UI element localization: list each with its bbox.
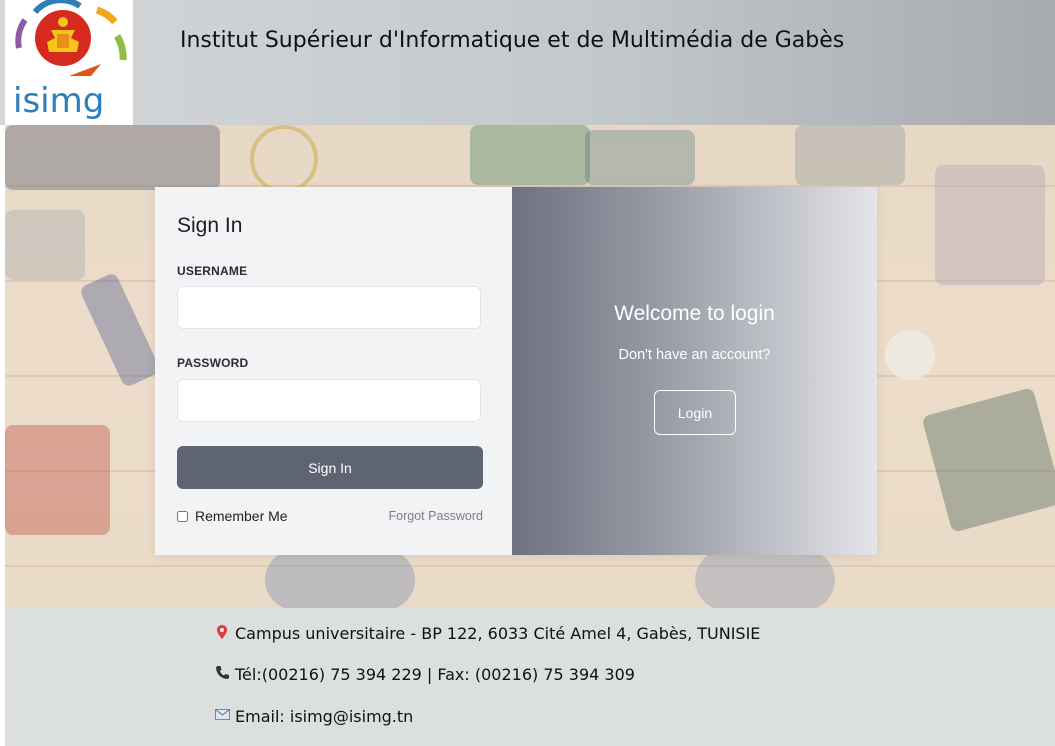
- location-pin-icon: [215, 624, 229, 643]
- signin-panel: Sign In USERNAME PASSWORD Sign In Rememb…: [155, 187, 512, 555]
- email-text: Email: isimg@isimg.tn: [235, 707, 414, 726]
- password-label: PASSWORD: [177, 356, 249, 370]
- footer-phone: Tél:(00216) 75 394 229 | Fax: (00216) 75…: [215, 665, 635, 684]
- page-header: isimg Institut Supérieur d'Informatique …: [0, 0, 1055, 125]
- username-input[interactable]: [177, 286, 481, 329]
- phone-icon: [215, 665, 229, 684]
- username-label: USERNAME: [177, 264, 248, 278]
- footer-email: Email: isimg@isimg.tn: [215, 707, 413, 726]
- login-card: Sign In USERNAME PASSWORD Sign In Rememb…: [155, 187, 877, 555]
- welcome-heading: Welcome to login: [614, 302, 775, 325]
- password-input[interactable]: [177, 379, 481, 422]
- email-icon: [215, 709, 230, 724]
- forgot-password-link[interactable]: Forgot Password: [389, 509, 483, 523]
- institute-title: Institut Supérieur d'Informatique et de …: [180, 28, 845, 53]
- remember-me-checkbox[interactable]: [177, 510, 188, 522]
- signin-button[interactable]: Sign In: [177, 446, 483, 489]
- remember-me[interactable]: Remember Me: [177, 508, 288, 524]
- address-text: Campus universitaire - BP 122, 6033 Cité…: [235, 624, 761, 643]
- phone-text: Tél:(00216) 75 394 229 | Fax: (00216) 75…: [235, 665, 635, 684]
- footer-address: Campus universitaire - BP 122, 6033 Cité…: [215, 624, 760, 643]
- welcome-subtitle: Don't have an account?: [618, 347, 771, 363]
- remember-me-label: Remember Me: [195, 508, 288, 524]
- login-button[interactable]: Login: [654, 390, 736, 435]
- svg-text:isimg: isimg: [13, 81, 104, 121]
- isimg-logo: isimg: [5, 0, 133, 125]
- page-footer: Campus universitaire - BP 122, 6033 Cité…: [5, 608, 1055, 746]
- signin-heading: Sign In: [177, 214, 243, 237]
- isimg-logo-icon: isimg: [13, 0, 127, 121]
- welcome-panel: Welcome to login Don't have an account? …: [512, 187, 877, 555]
